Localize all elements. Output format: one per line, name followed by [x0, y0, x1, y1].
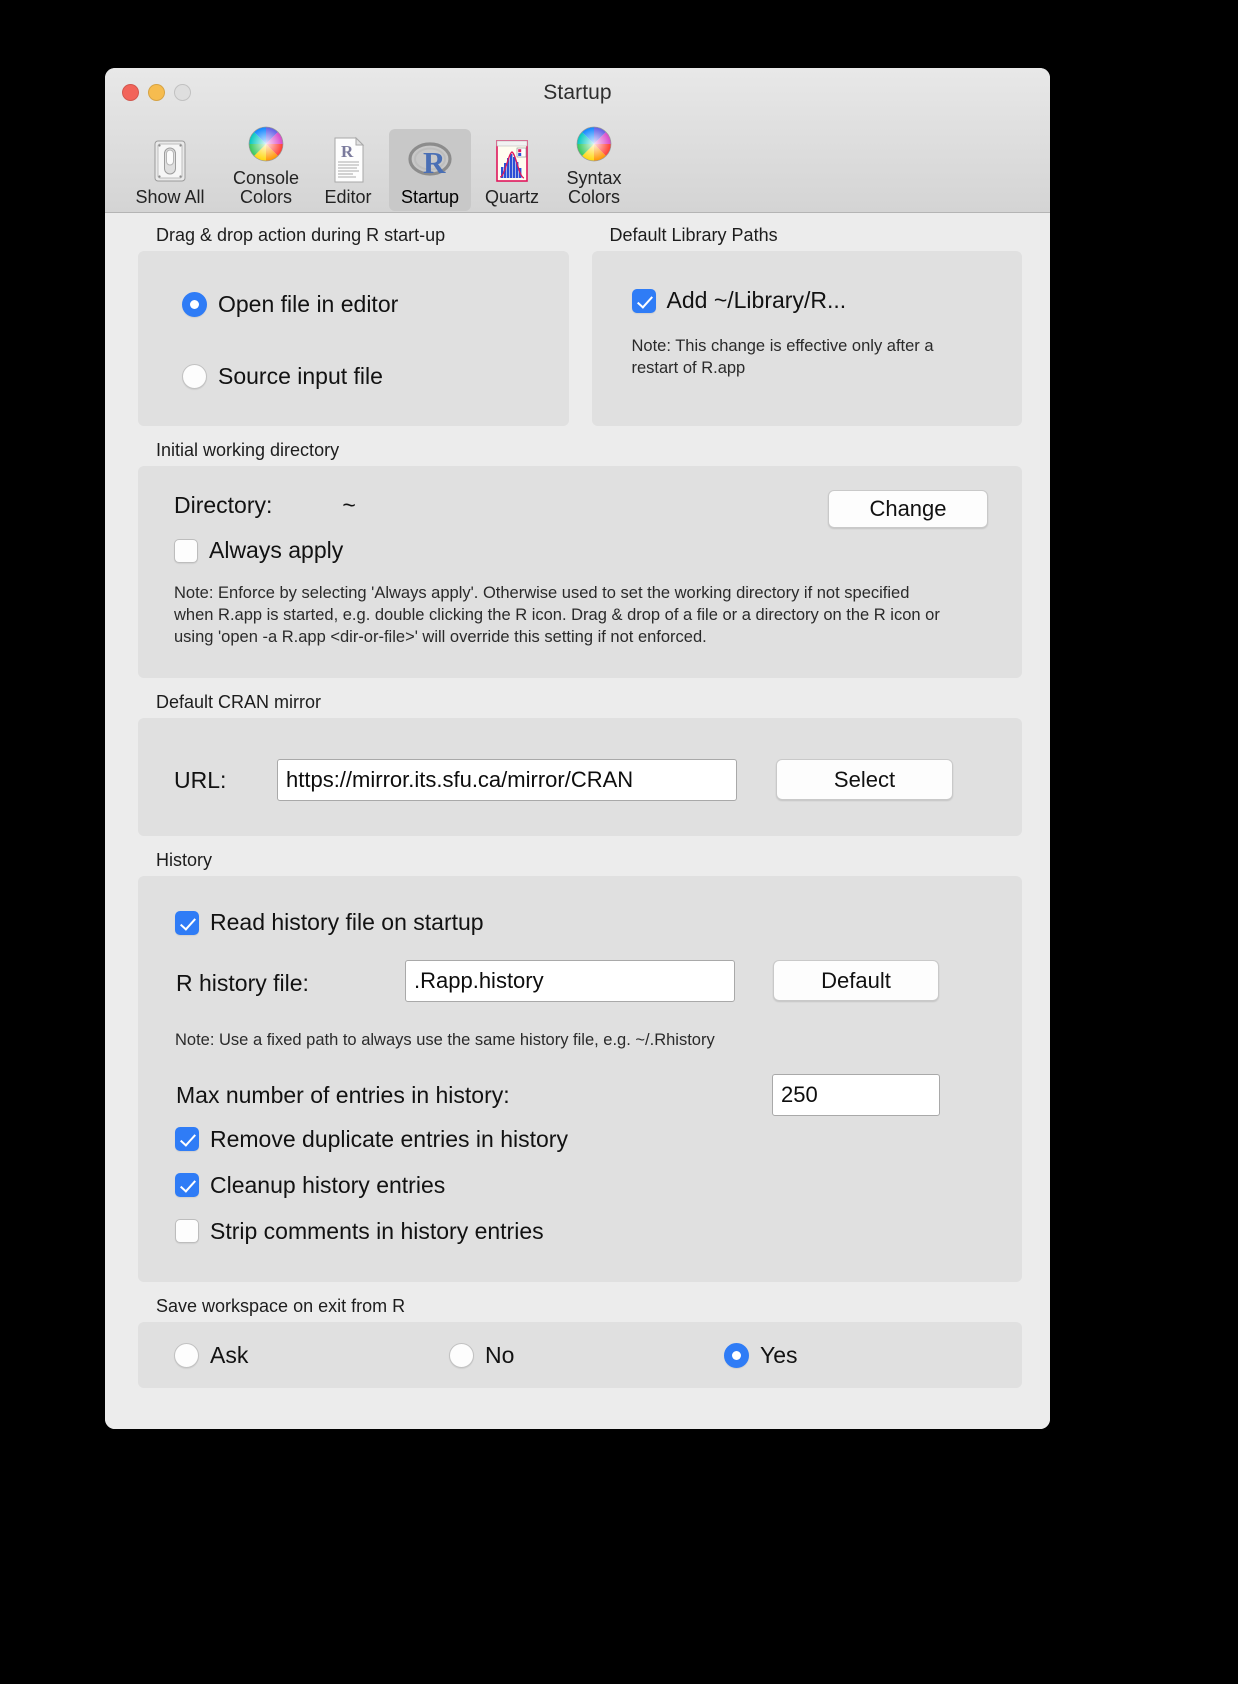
radio-open-file-in-editor[interactable]: Open file in editor [182, 291, 569, 318]
change-directory-button[interactable]: Change [828, 490, 988, 528]
preferences-window: Startup Show All Console Colors R Editor… [105, 68, 1050, 1429]
toolbar-item-startup[interactable]: R Startup [389, 128, 471, 211]
checkbox-label: Read history file on startup [210, 909, 484, 935]
radio-button-indicator[interactable] [724, 1342, 749, 1368]
radio-source-input-file[interactable]: Source input file [182, 363, 569, 390]
radio-label: No [485, 1341, 515, 1368]
checkbox-label: Add ~/Library/R... [666, 287, 847, 313]
radio-button-indicator[interactable] [182, 364, 207, 389]
radio-save-yes[interactable]: Yes [724, 1342, 798, 1369]
library-paths-note: Note: This change is effective only afte… [631, 337, 934, 377]
drag-drop-section: Drag & drop action during R start-up Ope… [138, 225, 569, 426]
toolbar-item-label: Editor [324, 186, 372, 207]
checkbox-label: Cleanup history entries [210, 1171, 446, 1198]
drag-drop-panel: Open file in editor Source input file [138, 251, 569, 426]
working-directory-group-title: Initial working directory [156, 440, 340, 460]
checkbox-label: Strip comments in history entries [210, 1217, 544, 1244]
history-group-title: History [156, 850, 213, 870]
svg-text:R: R [423, 145, 446, 180]
cran-mirror-group-title: Default CRAN mirror [156, 692, 322, 712]
working-directory-panel: Directory: ~ Change Always apply Note: E… [138, 466, 1022, 678]
editor-document-icon: R [326, 135, 370, 185]
toolbar-item-editor[interactable]: R Editor [307, 129, 389, 211]
toolbar-item-label: Startup [400, 186, 460, 207]
checkbox-indicator[interactable] [175, 1127, 199, 1152]
history-panel: Read history file on startup R history f… [138, 876, 1022, 1282]
checkbox-indicator[interactable] [174, 538, 198, 563]
quartz-chart-icon [490, 135, 534, 185]
radio-label: Ask [210, 1341, 249, 1368]
directory-value: ~ [342, 492, 356, 518]
preferences-toolbar: Show All Console Colors R Editor R Start… [115, 110, 635, 211]
library-paths-panel: Add ~/Library/R... Note: This change is … [591, 251, 1022, 426]
directory-label: Directory: [174, 492, 273, 518]
select-button-label: Select [833, 766, 896, 792]
history-section: History Read history file on startup R h… [138, 850, 1022, 1282]
toolbar-item-label: Quartz [484, 186, 540, 207]
url-label: URL: [174, 767, 227, 793]
radio-button-indicator[interactable] [174, 1342, 199, 1368]
svg-text:R: R [341, 142, 354, 161]
color-wheel-icon [244, 116, 288, 166]
toolbar-item-show-all[interactable]: Show All [115, 129, 225, 211]
checkbox-strip-comments-in-history[interactable]: Strip comments in history entries [175, 1218, 998, 1245]
window-title: Startup [543, 81, 612, 104]
library-paths-group-title: Default Library Paths [609, 225, 778, 245]
checkbox-cleanup-history-entries[interactable]: Cleanup history entries [175, 1172, 998, 1199]
r-logo-icon: R [405, 135, 455, 185]
working-directory-section: Initial working directory Directory: ~ C… [138, 440, 1022, 678]
checkbox-indicator[interactable] [175, 910, 199, 935]
radio-save-ask[interactable]: Ask [174, 1342, 449, 1369]
toolbar-item-label: Show All [135, 186, 205, 207]
checkbox-add-library-path[interactable]: Add ~/Library/R... [631, 287, 1001, 314]
radio-button-indicator[interactable] [449, 1342, 474, 1368]
cran-url-input[interactable]: https://mirror.its.sfu.ca/mirror/CRAN [277, 759, 737, 801]
cran-url-value: https://mirror.its.sfu.ca/mirror/CRAN [286, 767, 634, 792]
history-file-default-button[interactable]: Default [773, 960, 939, 1001]
toolbar-item-syntax-colors[interactable]: Syntax Colors [553, 110, 635, 211]
radio-label: Open file in editor [218, 291, 399, 317]
max-entries-label: Max number of entries in history: [176, 1081, 510, 1108]
checkbox-indicator[interactable] [175, 1219, 199, 1244]
save-workspace-section: Save workspace on exit from R Ask No Yes [138, 1296, 1022, 1388]
top-section-row: Drag & drop action during R start-up Ope… [138, 225, 1022, 426]
checkbox-label: Remove duplicate entries in history [210, 1125, 568, 1152]
radio-save-no[interactable]: No [449, 1342, 724, 1369]
preferences-content: Drag & drop action during R start-up Ope… [105, 213, 1050, 1429]
save-workspace-group-title: Save workspace on exit from R [156, 1296, 406, 1316]
cran-mirror-panel: URL: https://mirror.its.sfu.ca/mirror/CR… [138, 718, 1022, 836]
radio-label: Source input file [218, 363, 383, 389]
change-button-label: Change [869, 496, 947, 521]
toolbar-item-label: Console Colors [232, 168, 300, 207]
toolbar-item-console-colors[interactable]: Console Colors [225, 110, 307, 211]
toolbar-item-label: Syntax Colors [566, 168, 622, 207]
show-all-icon [146, 135, 194, 185]
checkbox-indicator[interactable] [175, 1173, 199, 1198]
save-workspace-panel: Ask No Yes [138, 1322, 1022, 1388]
window-titlebar: Startup Show All Console Colors R Editor… [105, 68, 1050, 213]
radio-label: Yes [760, 1341, 798, 1368]
history-note: Note: Use a fixed path to always use the… [175, 1031, 715, 1049]
default-button-label: Default [821, 967, 891, 993]
checkbox-always-apply[interactable]: Always apply [174, 537, 998, 564]
checkbox-label: Always apply [209, 537, 344, 563]
toolbar-item-quartz[interactable]: Quartz [471, 129, 553, 211]
checkbox-remove-duplicate-entries[interactable]: Remove duplicate entries in history [175, 1126, 998, 1153]
library-paths-section: Default Library Paths Add ~/Library/R...… [591, 225, 1022, 426]
checkbox-read-history-on-startup[interactable]: Read history file on startup [175, 909, 998, 936]
color-wheel-icon [572, 116, 616, 166]
drag-drop-group-title: Drag & drop action during R start-up [156, 225, 446, 245]
radio-button-indicator[interactable] [182, 292, 207, 317]
checkbox-indicator[interactable] [631, 288, 656, 313]
max-entries-value: 250 [781, 1081, 818, 1107]
working-directory-note: Note: Enforce by selecting 'Always apply… [174, 584, 940, 646]
select-mirror-button[interactable]: Select [776, 759, 953, 800]
max-entries-input[interactable]: 250 [772, 1073, 940, 1116]
history-file-label: R history file: [176, 970, 309, 996]
cran-mirror-section: Default CRAN mirror URL: https://mirror.… [138, 692, 1022, 836]
history-file-input[interactable]: .Rapp.history [405, 960, 735, 1002]
history-file-value: .Rapp.history [414, 968, 544, 993]
